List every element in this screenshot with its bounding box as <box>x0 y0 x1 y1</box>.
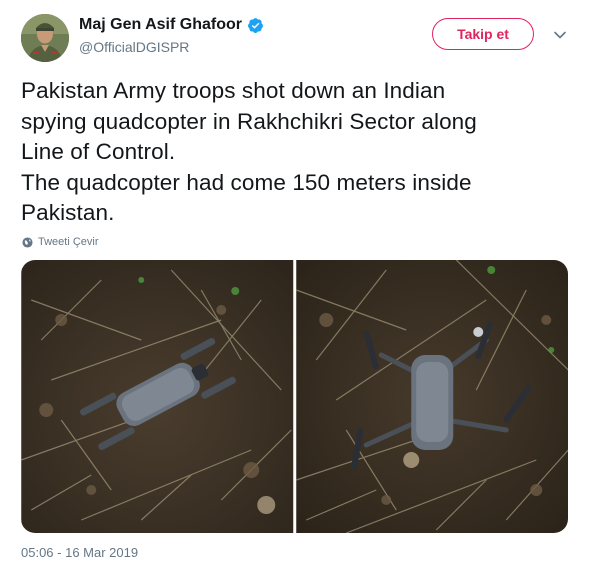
drone-photo-image <box>21 260 294 533</box>
tweet-text-line: Pakistan Army troops shot down an Indian <box>21 78 446 103</box>
translate-label[interactable]: Tweeti Çevir <box>38 236 99 248</box>
avatar[interactable] <box>21 14 69 62</box>
drone-photo-image <box>295 260 568 533</box>
verified-badge-icon <box>248 17 263 33</box>
tweet-text-line: Line of Control. <box>21 139 176 164</box>
display-name-row[interactable]: Maj Gen Asif Ghafoor <box>79 15 264 35</box>
globe-icon <box>22 236 33 248</box>
tweet-text-line: spying quadcopter in Rakhchikri Sector a… <box>21 108 477 134</box>
tweet-timestamp[interactable]: 05:06 - 16 Mar 2019 <box>21 545 138 560</box>
photo-2[interactable] <box>295 260 568 533</box>
tweet-text: Pakistan Army troops shot down an Indian… <box>21 76 581 229</box>
follow-button[interactable]: Takip et <box>432 18 534 50</box>
user-handle[interactable]: @OfficialDGISPR <box>79 38 264 56</box>
media-grid <box>21 260 568 533</box>
tweet-text-line: Pakistan. <box>21 200 115 225</box>
author-info: Maj Gen Asif Ghafoor @OfficialDGISPR <box>79 15 264 56</box>
tweet-text-line: The quadcopter had come 150 meters insid… <box>21 169 472 195</box>
profile-photo-icon <box>21 14 69 62</box>
display-name[interactable]: Maj Gen Asif Ghafoor <box>79 15 242 35</box>
translate-tweet-link[interactable]: Tweeti Çevir <box>22 236 99 248</box>
chevron-down-icon[interactable] <box>553 28 567 42</box>
tweet-card: Maj Gen Asif Ghafoor @OfficialDGISPR Tak… <box>0 0 600 567</box>
photo-1[interactable] <box>21 260 294 533</box>
